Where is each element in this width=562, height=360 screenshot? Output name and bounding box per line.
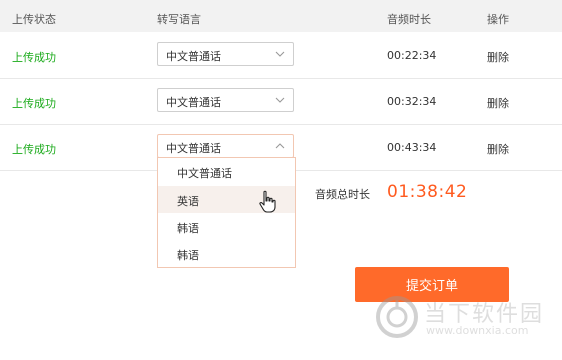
delete-button[interactable]: 删除 (487, 141, 509, 157)
language-select-value: 中文普通话 (166, 50, 221, 63)
language-option-label: 中文普通话 (177, 167, 232, 180)
language-option-label: 韩语 (177, 222, 199, 235)
chevron-down-icon (275, 97, 285, 103)
upload-status: 上传成功 (12, 97, 56, 110)
delete-button[interactable]: 删除 (487, 49, 509, 65)
table-header: 上传状态 转写语言 音频时长 操作 (0, 0, 562, 32)
header-audio-duration: 音频时长 (387, 13, 431, 26)
language-option-label: 韩语 (177, 249, 199, 262)
total-duration-label: 音频总时长 (315, 188, 370, 201)
chevron-down-icon (275, 51, 285, 57)
language-option[interactable]: 韩语 (158, 240, 295, 267)
table-row: 上传成功 中文普通话 00:32:34 删除 (0, 78, 562, 125)
hand-pointer-icon (259, 190, 276, 213)
audio-duration: 00:43:34 (387, 141, 437, 154)
watermark: 当下软件园 www.downxia.com (372, 286, 547, 346)
upload-status: 上传成功 (12, 143, 56, 156)
language-select[interactable]: 中文普通话 (157, 42, 294, 66)
header-transcription-language: 转写语言 (157, 13, 201, 26)
language-option-label: 英语 (177, 195, 199, 208)
upload-status: 上传成功 (12, 51, 56, 64)
chevron-up-icon (275, 143, 285, 149)
header-action: 操作 (487, 13, 509, 26)
header-upload-status: 上传状态 (12, 13, 56, 26)
audio-duration: 00:22:34 (387, 49, 437, 62)
watermark-url: www.downxia.com (426, 324, 529, 337)
audio-duration: 00:32:34 (387, 95, 437, 108)
total-duration-value: 01:38:42 (387, 182, 468, 202)
table-row: 上传成功 中文普通话 00:22:34 删除 (0, 32, 562, 79)
delete-button[interactable]: 删除 (487, 95, 509, 111)
language-select-value: 中文普通话 (166, 96, 221, 109)
language-option[interactable]: 韩语 (158, 213, 295, 240)
language-select[interactable]: 中文普通话 (157, 88, 294, 112)
watermark-logo-icon (376, 296, 418, 338)
language-select-value: 中文普通话 (166, 142, 221, 155)
language-option[interactable]: 中文普通话 (158, 158, 295, 185)
language-select[interactable]: 中文普通话 (157, 134, 294, 158)
